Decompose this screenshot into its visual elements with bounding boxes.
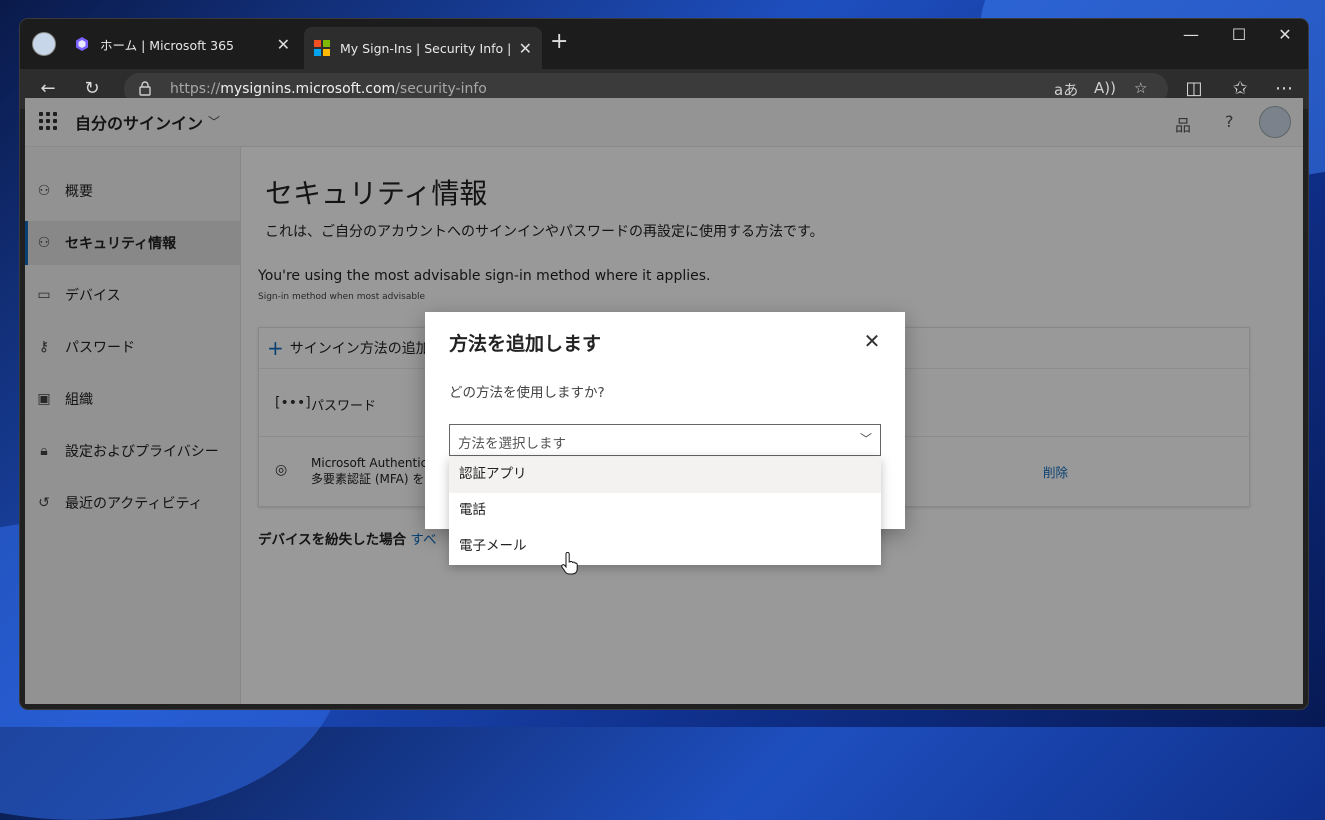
web-page: 自分のサインイン ﹀ 品 ? ⚇ 概要 ⚇ セキュリティ情報 ▭ デバイス ⚷ … [25,98,1303,704]
tab-title: ホーム | Microsoft 365 [100,37,235,53]
browser-window: ホーム | Microsoft 365 ✕ My Sign-Ins | Secu… [20,19,1308,709]
close-window-icon[interactable]: ✕ [1262,25,1308,44]
chevron-down-icon: ﹀ [859,432,872,446]
tab-home[interactable]: ホーム | Microsoft 365 ✕ [64,27,300,61]
tab-security-info[interactable]: My Sign-Ins | Security Info | Micr ✕ [304,27,542,69]
close-tab-icon[interactable]: ✕ [277,35,290,54]
close-tab-icon[interactable]: ✕ [519,39,532,58]
hand-cursor-icon [561,552,578,575]
url-text: https://mysignins.microsoft.com/security… [170,81,487,97]
option-phone[interactable]: 電話 [449,493,881,529]
translate-icon[interactable]: aあ [1054,79,1078,100]
favorite-star-icon[interactable]: ☆ [1134,79,1147,97]
tab-strip: ホーム | Microsoft 365 ✕ My Sign-Ins | Secu… [20,19,1308,69]
read-aloud-icon[interactable]: A)) [1094,79,1116,97]
close-icon[interactable]: ✕ [861,330,883,352]
maximize-icon[interactable]: ☐ [1216,25,1262,44]
lock-icon[interactable] [138,80,152,96]
microsoft365-icon [76,37,88,51]
dialog-title: 方法を追加します [449,333,602,355]
tab-title: My Sign-Ins | Security Info | Micr [340,40,513,56]
method-select[interactable]: 方法を選択します ﹀ [449,424,881,456]
minimize-icon[interactable]: — [1168,25,1214,44]
option-email[interactable]: 電子メール [449,529,881,565]
method-options-list: 認証アプリ 電話 電子メール [449,457,881,565]
dialog-question: どの方法を使用しますか? [449,385,605,401]
microsoft-logo-icon [314,40,330,56]
new-tab-icon[interactable]: + [550,31,568,53]
option-authenticator-app[interactable]: 認証アプリ [449,457,881,493]
profile-avatar[interactable] [32,32,56,56]
select-placeholder: 方法を選択します [458,436,566,452]
